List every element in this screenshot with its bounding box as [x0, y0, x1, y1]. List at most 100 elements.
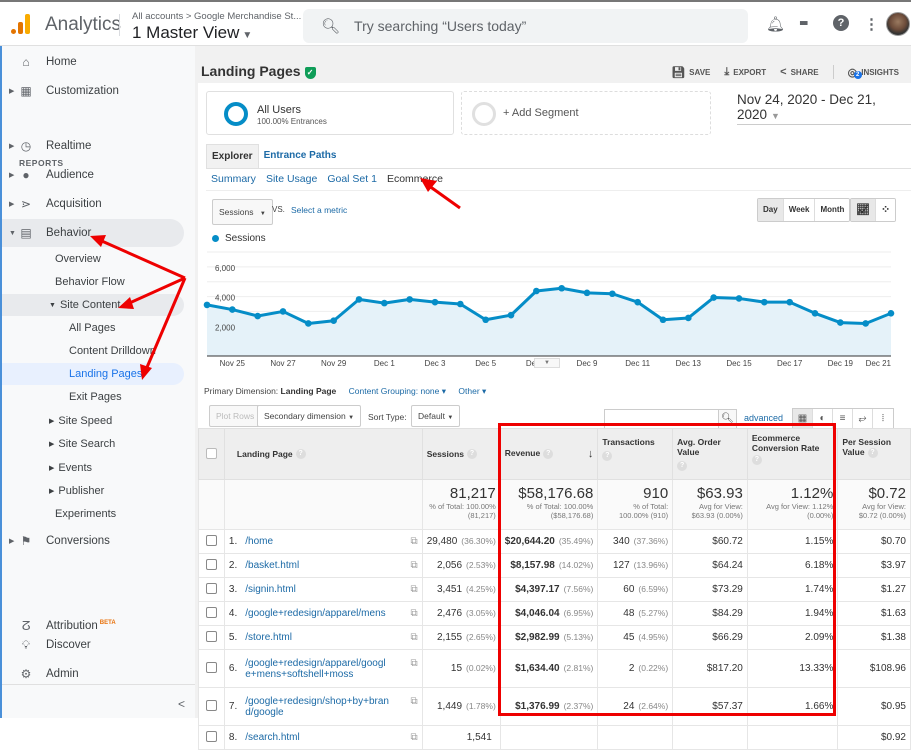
performance-view-icon[interactable]: ≡: [833, 409, 853, 429]
day-button[interactable]: Day: [758, 199, 784, 221]
content-grouping-dropdown[interactable]: Content Grouping: none ▾: [349, 386, 446, 396]
sidebar-item-site-speed[interactable]: ▶ Site Speed: [2, 410, 184, 432]
landing-page-link[interactable]: /basket.html: [245, 560, 299, 571]
more-vert-icon[interactable]: ⋮: [864, 15, 879, 33]
avatar[interactable]: [886, 12, 910, 36]
open-page-icon[interactable]: ⧉: [411, 536, 418, 547]
sidebar-item-landing-pages[interactable]: Landing Pages: [2, 363, 184, 385]
row-checkbox[interactable]: [205, 582, 217, 594]
week-button[interactable]: Week: [783, 199, 816, 221]
advanced-filter-link[interactable]: advanced: [744, 413, 783, 423]
help-icon[interactable]: ?: [602, 451, 613, 461]
subtab-summary[interactable]: Summary: [211, 173, 256, 185]
sidebar-item-behavior[interactable]: ▼ ▤ Behavior: [2, 219, 184, 247]
sidebar-item-publisher[interactable]: ▶ Publisher: [2, 480, 184, 502]
sidebar-item-events[interactable]: ▶ Events: [2, 457, 184, 479]
select-metric-link[interactable]: Select a metric: [291, 205, 347, 215]
row-checkbox[interactable]: [205, 630, 217, 642]
pivot-view-icon[interactable]: ⦙: [873, 409, 893, 429]
sidebar-item-realtime[interactable]: ▶ ◷ Realtime: [2, 132, 184, 160]
metric-select[interactable]: Sessions ▼: [212, 199, 273, 225]
month-button[interactable]: Month: [815, 199, 850, 221]
header-landing-page[interactable]: Landing Page?: [223, 428, 423, 480]
sidebar-item-experiments[interactable]: Experiments: [2, 503, 184, 525]
header-avg-order-value[interactable]: Avg. Order Value?: [672, 428, 748, 480]
bell-icon[interactable]: 🔔︎: [766, 15, 785, 33]
landing-page-link[interactable]: /google+redesign/apparel/mens: [245, 608, 385, 619]
subtab-site-usage[interactable]: Site Usage: [266, 173, 317, 185]
subtab-ecommerce[interactable]: Ecommerce: [387, 173, 443, 185]
landing-page-link[interactable]: /google+redesign/apparel/google+mens+sof…: [245, 658, 390, 680]
landing-page-link[interactable]: /store.html: [245, 632, 292, 643]
help-icon[interactable]: ?: [467, 449, 478, 460]
export-button[interactable]: ⤓ EXPORT: [724, 66, 766, 79]
help-icon[interactable]: ?: [867, 447, 878, 458]
tab-explorer[interactable]: Explorer: [206, 144, 259, 168]
help-icon[interactable]: ?: [543, 448, 554, 459]
help-icon[interactable]: ?: [751, 455, 762, 465]
date-range-picker[interactable]: Nov 24, 2020 - Dec 21, 2020 ▼: [737, 92, 911, 125]
landing-page-link[interactable]: /home: [245, 536, 273, 547]
chart-expander-handle[interactable]: ▼: [534, 358, 560, 368]
select-all-checkbox[interactable]: [205, 447, 217, 459]
sort-type-dropdown[interactable]: Default ▼: [411, 405, 461, 427]
sidebar-item-overview[interactable]: Overview: [2, 248, 184, 270]
landing-page-link[interactable]: /search.html: [245, 732, 299, 743]
sidebar-item-acquisition[interactable]: ▶ ⋗ Acquisition: [2, 190, 184, 218]
sidebar-item-home[interactable]: ⌂ Home: [2, 48, 184, 76]
landing-page-link[interactable]: /signin.html: [245, 584, 296, 595]
sidebar-item-site-search[interactable]: ▶ Site Search: [2, 433, 184, 455]
tab-entrance-paths[interactable]: Entrance Paths: [259, 144, 342, 168]
open-page-icon[interactable]: ⧉: [411, 584, 418, 595]
open-page-icon[interactable]: ⧉: [411, 696, 418, 707]
share-button[interactable]: < SHARE: [780, 66, 818, 78]
search-input[interactable]: [354, 18, 715, 34]
data-table-view-icon[interactable]: ▦: [793, 409, 813, 429]
plot-rows-button[interactable]: Plot Rows: [209, 405, 262, 427]
header-per-session-value[interactable]: Per Session Value?: [837, 428, 911, 480]
sidebar-item-audience[interactable]: ▶ ● Audience: [2, 161, 184, 189]
open-page-icon[interactable]: ⧉: [411, 658, 418, 669]
sidebar-item-all-pages[interactable]: All Pages: [2, 317, 184, 339]
view-selector[interactable]: 1 Master View ▼: [132, 23, 252, 43]
header-revenue[interactable]: Revenue? ↓: [499, 428, 599, 480]
sidebar-item-discover[interactable]: 💡︎ Discover: [2, 631, 184, 659]
row-checkbox[interactable]: [205, 730, 217, 742]
landing-page-link[interactable]: /google+redesign/shop+by+brand/google: [245, 696, 390, 718]
primary-dimension-value[interactable]: Landing Page: [281, 386, 337, 396]
row-checkbox[interactable]: [205, 558, 217, 570]
sidebar-item-site-content[interactable]: ▼ Site Content: [2, 294, 184, 316]
add-segment-button[interactable]: + Add Segment: [461, 91, 711, 135]
row-checkbox[interactable]: [205, 606, 217, 618]
pie-view-icon[interactable]: ◐: [813, 409, 833, 429]
sidebar-item-customization[interactable]: ▶ ▦ Customization: [2, 77, 184, 105]
row-checkbox[interactable]: [205, 661, 217, 673]
comparison-view-icon[interactable]: ⥂: [853, 409, 873, 429]
segment-all-users[interactable]: All Users 100.00% Entrances: [206, 91, 454, 135]
line-chart-icon[interactable]: 📈︎: [851, 199, 876, 221]
apps-grid-icon[interactable]: ▪▪: [799, 15, 808, 33]
header-sessions[interactable]: Sessions?: [421, 428, 501, 480]
table-search-input[interactable]: [604, 409, 719, 429]
analytics-logo[interactable]: [11, 14, 31, 34]
sidebar-item-behavior-flow[interactable]: Behavior Flow: [2, 271, 184, 293]
help-icon[interactable]: ?: [677, 461, 688, 471]
save-button[interactable]: 💾︎ SAVE: [671, 66, 710, 79]
insights-button[interactable]: ◎ 2 INSIGHTS: [848, 66, 899, 79]
help-icon[interactable]: ?: [295, 449, 306, 460]
open-page-icon[interactable]: ⧉: [411, 732, 418, 743]
other-dimension-dropdown[interactable]: Other ▾: [458, 386, 486, 396]
row-checkbox[interactable]: [205, 534, 217, 546]
table-search-button[interactable]: 🔍︎: [719, 409, 737, 429]
secondary-dimension-dropdown[interactable]: Secondary dimension ▼: [257, 405, 362, 427]
row-checkbox[interactable]: [205, 699, 217, 711]
header-ecommerce-conversion-rate[interactable]: Ecommerce Conversion Rate?: [746, 428, 839, 480]
sidebar-item-conversions[interactable]: ▶ ⚑ Conversions: [2, 527, 184, 555]
header-transactions[interactable]: Transactions?: [597, 428, 674, 480]
account-breadcrumb[interactable]: All accounts > Google Merchandise St...: [132, 11, 301, 22]
help-icon[interactable]: ?: [833, 15, 849, 31]
open-page-icon[interactable]: ⧉: [411, 608, 418, 619]
open-page-icon[interactable]: ⧉: [411, 560, 418, 571]
collapse-sidebar-button[interactable]: <: [178, 697, 185, 711]
subtab-goal-set-1[interactable]: Goal Set 1: [327, 173, 377, 185]
